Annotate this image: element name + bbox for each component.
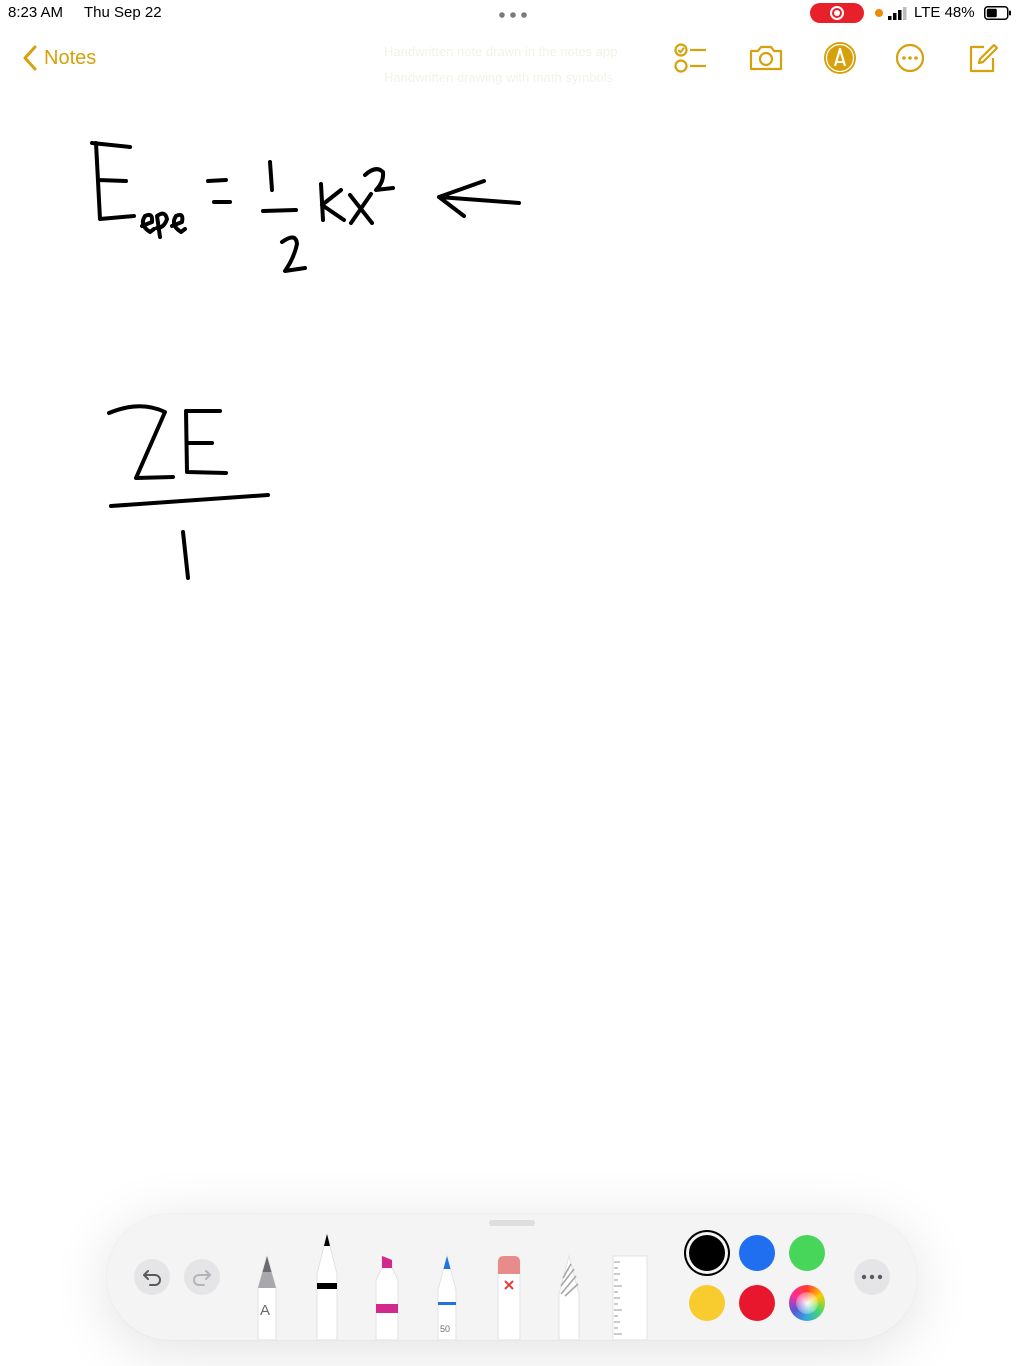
more-icon[interactable] xyxy=(892,40,928,76)
status-bar: 8:23 AM Thu Sep 22 LTE 48% xyxy=(0,0,1024,28)
chevron-left-icon xyxy=(23,45,37,71)
color-swatch-black[interactable] xyxy=(689,1235,725,1271)
color-swatch-green[interactable] xyxy=(789,1235,825,1271)
multitasking-icon[interactable] xyxy=(498,11,528,19)
ruler-tool[interactable] xyxy=(612,1254,648,1341)
monoline-tool[interactable]: 50 xyxy=(433,1254,461,1341)
pen-icon xyxy=(316,1233,338,1341)
compose-icon[interactable] xyxy=(964,40,1000,76)
screen-recording-icon[interactable] xyxy=(810,3,864,23)
lasso-icon xyxy=(558,1254,580,1341)
pencil-icon xyxy=(257,1254,277,1341)
status-date: Thu Sep 22 xyxy=(84,4,162,21)
pencil-tool[interactable]: A xyxy=(253,1254,281,1341)
back-label: Notes xyxy=(44,46,97,69)
redo-button[interactable] xyxy=(184,1259,220,1295)
network-battery-text: LTE 48% xyxy=(914,4,975,21)
marker-tool[interactable] xyxy=(373,1254,401,1341)
cellular-signal-icon xyxy=(888,7,907,20)
ghost-title-text: Handwritten note drawn in the notes app xyxy=(384,44,618,59)
undo-button[interactable] xyxy=(134,1259,170,1295)
back-button[interactable]: Notes xyxy=(22,42,96,74)
marker-size-label: 50 xyxy=(440,1324,451,1334)
pencil-letter: A xyxy=(260,1302,271,1319)
camera-icon[interactable] xyxy=(748,40,784,76)
ghost-subtitle-text: Handwritten drawing with math symbols xyxy=(384,70,614,85)
palette-grabber[interactable] xyxy=(489,1220,535,1226)
eraser-icon xyxy=(497,1256,521,1341)
tool-palette: A 50 xyxy=(107,1214,917,1341)
checklist-icon[interactable] xyxy=(672,40,708,76)
mic-indicator-icon xyxy=(875,9,883,17)
marker-icon xyxy=(375,1255,399,1341)
lasso-tool[interactable] xyxy=(555,1254,583,1341)
redo-icon xyxy=(193,1270,211,1286)
palette-more-button[interactable] xyxy=(854,1259,890,1295)
pen-tool[interactable] xyxy=(313,1232,341,1341)
markup-icon[interactable] xyxy=(822,40,858,76)
status-time: 8:23 AM xyxy=(8,4,64,21)
color-swatch-red[interactable] xyxy=(739,1285,775,1321)
eraser-tool[interactable] xyxy=(495,1254,523,1341)
battery-icon xyxy=(984,6,1011,20)
ruler-icon xyxy=(612,1255,648,1341)
undo-icon xyxy=(143,1270,161,1286)
color-picker-wheel-icon[interactable] xyxy=(789,1285,825,1321)
ellipsis-icon xyxy=(861,1274,883,1280)
drawing-canvas[interactable] xyxy=(0,100,1024,1180)
color-swatch-yellow[interactable] xyxy=(689,1285,725,1321)
handwritten-ink xyxy=(90,141,521,580)
color-swatch-blue[interactable] xyxy=(739,1235,775,1271)
